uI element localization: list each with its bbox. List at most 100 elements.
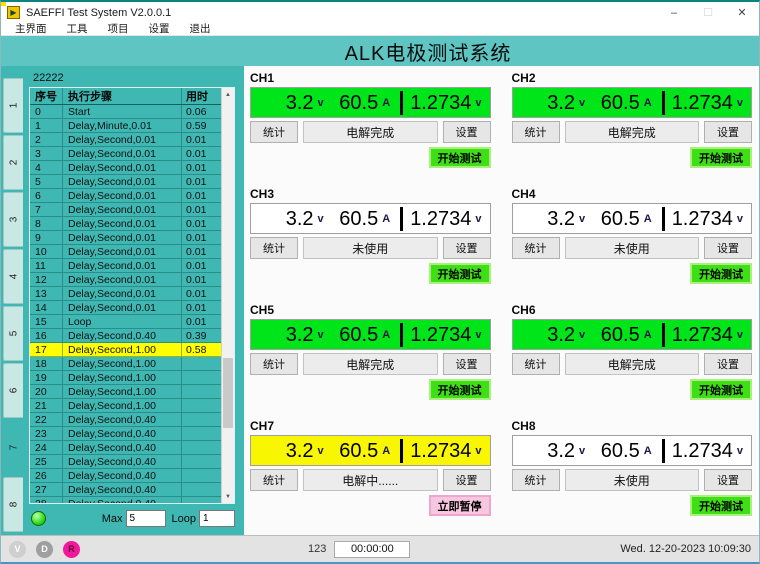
stats-button[interactable]: 统计 — [250, 121, 298, 143]
channel-tab[interactable]: 6 — [3, 363, 23, 418]
channel-tab[interactable]: 5 — [3, 306, 23, 361]
channel-action-button[interactable]: 开始测试 — [690, 147, 752, 168]
table-row[interactable]: 15 Loop 0.01 — [30, 315, 221, 329]
table-row[interactable]: 16 Delay,Second,0.40 0.39 — [30, 329, 221, 343]
row-time: 0.01 — [181, 133, 221, 146]
table-row[interactable]: 25 Delay,Second,0.40 — [30, 455, 221, 469]
stats-button[interactable]: 统计 — [250, 237, 298, 259]
table-row[interactable]: 4 Delay,Second,0.01 0.01 — [30, 161, 221, 175]
channel-tab[interactable]: 3 — [3, 192, 23, 247]
channel-tab[interactable]: 7 — [3, 420, 23, 475]
table-row[interactable]: 21 Delay,Second,1.00 — [30, 399, 221, 413]
row-index: 11 — [30, 259, 62, 272]
channel-action-button[interactable]: 立即暂停 — [429, 495, 491, 516]
channel-action-button[interactable]: 开始测试 — [429, 263, 491, 284]
table-row[interactable]: 17 Delay,Second,1.00 0.58 — [30, 343, 221, 357]
menu-item[interactable]: 工具 — [57, 23, 98, 35]
maximize-button[interactable]: ☐ — [691, 3, 725, 23]
channel-tab-label: 5 — [8, 331, 19, 337]
stats-button[interactable]: 统计 — [512, 237, 560, 259]
timer-display[interactable] — [334, 541, 410, 558]
table-row[interactable]: 13 Delay,Second,0.01 0.01 — [30, 287, 221, 301]
row-index: 25 — [30, 455, 62, 468]
menu-item[interactable]: 主界面 — [5, 23, 57, 35]
row-step: Delay,Second,0.01 — [62, 301, 181, 314]
channel-tab-label: 6 — [8, 388, 19, 394]
table-row[interactable]: 20 Delay,Second,1.00 — [30, 385, 221, 399]
table-row[interactable]: 1 Delay,Minute,0.01 0.59 — [30, 119, 221, 133]
table-row[interactable]: 14 Delay,Second,0.01 0.01 — [30, 301, 221, 315]
channel-tab[interactable]: 1 — [3, 78, 23, 133]
table-row[interactable]: 12 Delay,Second,0.01 0.01 — [30, 273, 221, 287]
row-time: 0.01 — [181, 231, 221, 244]
table-row[interactable]: 7 Delay,Second,0.01 0.01 — [30, 203, 221, 217]
channel-tab[interactable]: 2 — [3, 135, 23, 190]
settings-button[interactable]: 设置 — [704, 353, 752, 375]
table-row[interactable]: 26 Delay,Second,0.40 — [30, 469, 221, 483]
current-unit: A — [644, 445, 652, 457]
scroll-down-icon[interactable]: ▼ — [222, 490, 234, 503]
stats-button[interactable]: 统计 — [512, 469, 560, 491]
table-row[interactable]: 19 Delay,Second,1.00 — [30, 371, 221, 385]
settings-button[interactable]: 设置 — [704, 121, 752, 143]
table-row[interactable]: 24 Delay,Second,0.40 — [30, 441, 221, 455]
table-row[interactable]: 22 Delay,Second,0.40 — [30, 413, 221, 427]
close-button[interactable]: ✕ — [725, 3, 759, 23]
stats-button[interactable]: 统计 — [250, 353, 298, 375]
settings-button[interactable]: 设置 — [443, 121, 491, 143]
menu-item[interactable]: 项目 — [98, 23, 139, 35]
settings-button[interactable]: 设置 — [704, 237, 752, 259]
current-value: 60.5 — [585, 441, 640, 461]
menu-item[interactable]: 设置 — [139, 23, 180, 35]
settings-button[interactable]: 设置 — [704, 469, 752, 491]
channel-status: 未使用 — [303, 237, 438, 259]
table-row[interactable]: 0 Start 0.06 — [30, 105, 221, 119]
table-scrollbar[interactable]: ▲ ▼ — [221, 88, 234, 503]
step-table-body: 序号 执行步骤 用时 0 Start 0.06 1 Delay,Minute,0… — [30, 88, 221, 503]
stats-button[interactable]: 统计 — [512, 121, 560, 143]
table-row[interactable]: 6 Delay,Second,0.01 0.01 — [30, 189, 221, 203]
cell-voltage-value: 1.2734 — [403, 441, 471, 461]
settings-button[interactable]: 设置 — [443, 469, 491, 491]
channel-display: 3.2 v 60.5 A 1.2734 v — [512, 435, 753, 466]
loop-input[interactable] — [199, 510, 235, 527]
table-row[interactable]: 2 Delay,Second,0.01 0.01 — [30, 133, 221, 147]
scroll-up-icon[interactable]: ▲ — [222, 88, 234, 101]
channel-action-button[interactable]: 开始测试 — [690, 495, 752, 516]
scrollbar-track[interactable] — [222, 101, 234, 490]
table-row[interactable]: 28 Delay,Second,0.40 — [30, 497, 221, 503]
channel-action-button[interactable]: 开始测试 — [690, 263, 752, 284]
channel-action-button[interactable]: 开始测试 — [429, 379, 491, 400]
table-row[interactable]: 23 Delay,Second,0.40 — [30, 427, 221, 441]
channel-action-button[interactable]: 开始测试 — [690, 379, 752, 400]
table-row[interactable]: 10 Delay,Second,0.01 0.01 — [30, 245, 221, 259]
minimize-button[interactable]: – — [657, 3, 691, 23]
table-row[interactable]: 5 Delay,Second,0.01 0.01 — [30, 175, 221, 189]
channel-action-button[interactable]: 开始测试 — [429, 147, 491, 168]
row-step: Delay,Minute,0.01 — [62, 119, 181, 132]
table-row[interactable]: 8 Delay,Second,0.01 0.01 — [30, 217, 221, 231]
row-step: Delay,Second,0.01 — [62, 287, 181, 300]
stats-button[interactable]: 统计 — [250, 469, 298, 491]
settings-button[interactable]: 设置 — [443, 237, 491, 259]
table-row[interactable]: 27 Delay,Second,0.40 — [30, 483, 221, 497]
table-row[interactable]: 3 Delay,Second,0.01 0.01 — [30, 147, 221, 161]
channel-block: CH7 3.2 v 60.5 A 1.2734 v 统计 电解中...... 设… — [250, 417, 491, 529]
current-value: 60.5 — [585, 325, 640, 345]
settings-button[interactable]: 设置 — [443, 353, 491, 375]
channel-tab-label: 2 — [8, 160, 19, 166]
app-icon: ▶ — [7, 6, 20, 19]
row-step: Start — [62, 105, 181, 118]
table-row[interactable]: 9 Delay,Second,0.01 0.01 — [30, 231, 221, 245]
table-row[interactable]: 11 Delay,Second,0.01 0.01 — [30, 259, 221, 273]
stats-button[interactable]: 统计 — [512, 353, 560, 375]
table-row[interactable]: 18 Delay,Second,1.00 — [30, 357, 221, 371]
max-input[interactable] — [126, 510, 166, 527]
channel-tab[interactable]: 4 — [3, 249, 23, 304]
channel-tab[interactable]: 8 — [3, 477, 23, 532]
row-time — [181, 483, 221, 496]
menu-item[interactable]: 退出 — [180, 23, 221, 35]
cell-voltage-value: 1.2734 — [403, 209, 471, 229]
row-index: 8 — [30, 217, 62, 230]
scrollbar-thumb[interactable] — [223, 358, 233, 428]
